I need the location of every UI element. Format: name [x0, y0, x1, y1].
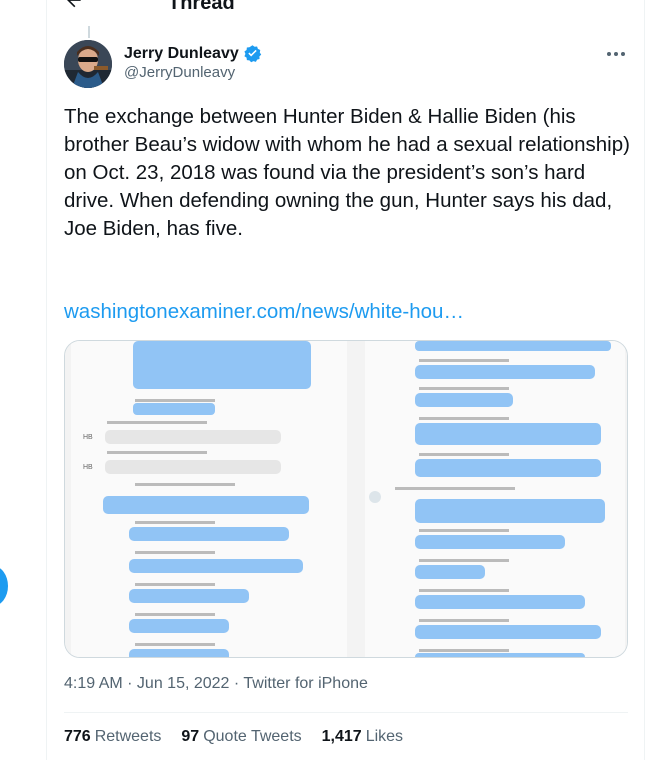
thread-connector-line: [88, 26, 90, 38]
quote-tweets-label: Quote Tweets: [203, 728, 302, 745]
avatar-image: [64, 40, 112, 88]
more-options-icon[interactable]: [604, 44, 628, 64]
back-arrow-icon[interactable]: [64, 0, 84, 10]
tweet-timestamp: 4:19 AM · Jun 15, 2022 · Twitter for iPh…: [64, 675, 368, 693]
tweet-link[interactable]: washingtonexaminer.com/news/white-hou…: [64, 300, 464, 324]
svg-text:HB: HB: [83, 464, 93, 471]
engagement-stats: 776 Retweets 97 Quote Tweets 1,417 Likes: [64, 728, 403, 746]
avatar[interactable]: [64, 40, 112, 88]
timestamp-separator: ·: [122, 675, 137, 692]
timestamp-separator-2: ·: [229, 675, 244, 692]
thread-header: Thread: [46, 0, 644, 16]
column-border-right: [644, 0, 645, 760]
likes-count: 1,417: [321, 728, 362, 745]
retweets-stat[interactable]: 776 Retweets: [64, 728, 161, 746]
tweet-client[interactable]: Twitter for iPhone: [243, 675, 368, 692]
tweet-time[interactable]: 4:19 AM: [64, 675, 123, 692]
quote-tweets-stat[interactable]: 97 Quote Tweets: [181, 728, 301, 746]
likes-label: Likes: [365, 728, 404, 745]
retweets-label: Retweets: [94, 728, 162, 745]
divider: [64, 712, 628, 713]
author-display-name[interactable]: Jerry Dunleavy: [124, 45, 239, 63]
compose-button[interactable]: [0, 566, 8, 606]
column-border-left: [46, 0, 47, 760]
tweet-date[interactable]: Jun 15, 2022: [137, 675, 230, 692]
page-title: Thread: [168, 0, 235, 14]
quote-tweets-count: 97: [181, 728, 200, 745]
tweet-media-image[interactable]: HB HB: [64, 340, 628, 658]
author-handle[interactable]: @JerryDunleavy: [124, 64, 235, 81]
svg-text:HB: HB: [83, 434, 93, 441]
message-screenshot-image: HB HB: [65, 341, 627, 657]
likes-stat[interactable]: 1,417 Likes: [322, 728, 403, 746]
retweets-count: 776: [64, 728, 91, 745]
author-name-row[interactable]: Jerry Dunleavy: [124, 44, 262, 63]
tweet-text: The exchange between Hunter Biden & Hall…: [64, 105, 630, 240]
verified-badge-icon: [244, 45, 261, 63]
